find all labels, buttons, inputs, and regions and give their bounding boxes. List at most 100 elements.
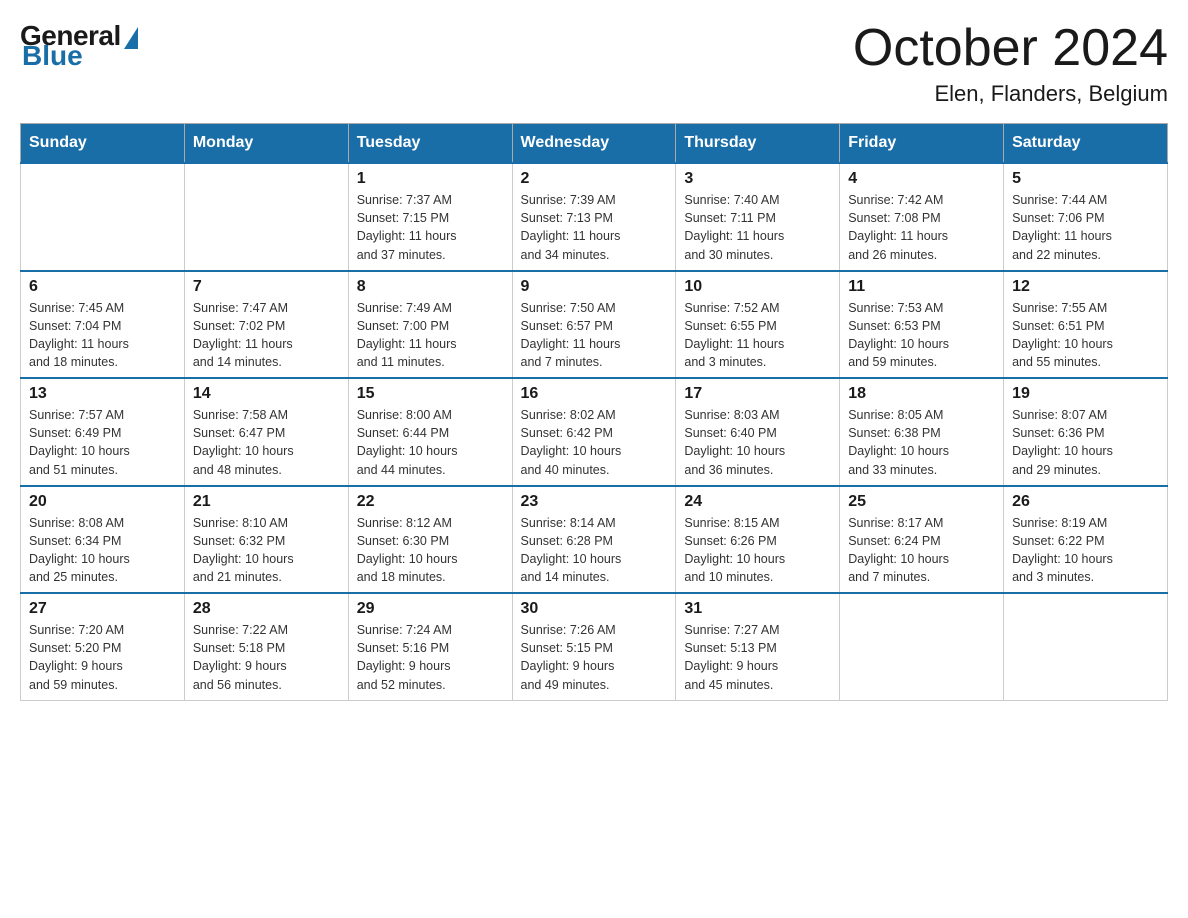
calendar-table: SundayMondayTuesdayWednesdayThursdayFrid… [20, 123, 1168, 701]
day-info: Sunrise: 7:49 AM Sunset: 7:00 PM Dayligh… [357, 299, 504, 372]
calendar-header-saturday: Saturday [1004, 124, 1168, 164]
calendar-cell: 1 Sunrise: 7:37 AM Sunset: 7:15 PM Daylig… [348, 163, 512, 271]
calendar-cell [840, 593, 1004, 700]
calendar-cell: 29Sunrise: 7:24 AM Sunset: 5:16 PM Dayli… [348, 593, 512, 700]
day-number: 13 [29, 385, 176, 403]
logo: General Blue [20, 20, 138, 72]
day-info: Sunrise: 7:37 AM Sunset: 7:15 PM Dayligh… [357, 191, 504, 264]
calendar-cell: 9 Sunrise: 7:50 AM Sunset: 6:57 PM Daylig… [512, 271, 676, 379]
day-number: 22 [357, 493, 504, 511]
day-number: 12 [1012, 278, 1159, 296]
calendar-cell: 22 Sunrise: 8:12 AM Sunset: 6:30 PM Dayli… [348, 486, 512, 594]
day-info: Sunrise: 7:20 AM Sunset: 5:20 PM Dayligh… [29, 621, 176, 694]
calendar-cell: 5 Sunrise: 7:44 AM Sunset: 7:06 PM Daylig… [1004, 163, 1168, 271]
day-info: Sunrise: 7:27 AM Sunset: 5:13 PM Dayligh… [684, 621, 831, 694]
calendar-cell: 16Sunrise: 8:02 AM Sunset: 6:42 PM Dayli… [512, 378, 676, 486]
day-info: Sunrise: 7:24 AM Sunset: 5:16 PM Dayligh… [357, 621, 504, 694]
day-number: 25 [848, 493, 995, 511]
day-info: Sunrise: 8:08 AM Sunset: 6:34 PM Dayligh… [29, 514, 176, 587]
calendar-cell: 18 Sunrise: 8:05 AM Sunset: 6:38 PM Dayli… [840, 378, 1004, 486]
calendar-cell: 4 Sunrise: 7:42 AM Sunset: 7:08 PM Daylig… [840, 163, 1004, 271]
calendar-cell [184, 163, 348, 271]
calendar-cell: 11Sunrise: 7:53 AM Sunset: 6:53 PM Dayli… [840, 271, 1004, 379]
calendar-cell: 15 Sunrise: 8:00 AM Sunset: 6:44 PM Dayli… [348, 378, 512, 486]
location-text: Elen, Flanders, Belgium [853, 81, 1168, 107]
day-info: Sunrise: 7:45 AM Sunset: 7:04 PM Dayligh… [29, 299, 176, 372]
month-title: October 2024 [853, 20, 1168, 77]
day-info: Sunrise: 7:58 AM Sunset: 6:47 PM Dayligh… [193, 406, 340, 479]
calendar-cell: 12 Sunrise: 7:55 AM Sunset: 6:51 PM Dayli… [1004, 271, 1168, 379]
day-number: 7 [193, 278, 340, 296]
day-info: Sunrise: 8:17 AM Sunset: 6:24 PM Dayligh… [848, 514, 995, 587]
day-info: Sunrise: 8:07 AM Sunset: 6:36 PM Dayligh… [1012, 406, 1159, 479]
calendar-header-monday: Monday [184, 124, 348, 164]
calendar-week-row: 6 Sunrise: 7:45 AM Sunset: 7:04 PM Daylig… [21, 271, 1168, 379]
calendar-cell: 20Sunrise: 8:08 AM Sunset: 6:34 PM Dayli… [21, 486, 185, 594]
day-info: Sunrise: 7:39 AM Sunset: 7:13 PM Dayligh… [521, 191, 668, 264]
calendar-cell: 7 Sunrise: 7:47 AM Sunset: 7:02 PM Daylig… [184, 271, 348, 379]
calendar-cell [21, 163, 185, 271]
day-number: 6 [29, 278, 176, 296]
calendar-cell: 14Sunrise: 7:58 AM Sunset: 6:47 PM Dayli… [184, 378, 348, 486]
logo-triangle-icon [124, 27, 138, 49]
calendar-cell: 13Sunrise: 7:57 AM Sunset: 6:49 PM Dayli… [21, 378, 185, 486]
day-number: 17 [684, 385, 831, 403]
calendar-header-sunday: Sunday [21, 124, 185, 164]
calendar-header-row: SundayMondayTuesdayWednesdayThursdayFrid… [21, 124, 1168, 164]
calendar-header-thursday: Thursday [676, 124, 840, 164]
day-info: Sunrise: 7:44 AM Sunset: 7:06 PM Dayligh… [1012, 191, 1159, 264]
page-header: General Blue October 2024 Elen, Flanders… [20, 20, 1168, 107]
day-number: 18 [848, 385, 995, 403]
day-number: 2 [521, 170, 668, 188]
day-number: 5 [1012, 170, 1159, 188]
day-number: 23 [521, 493, 668, 511]
calendar-header-tuesday: Tuesday [348, 124, 512, 164]
day-number: 24 [684, 493, 831, 511]
calendar-cell [1004, 593, 1168, 700]
calendar-week-row: 27 Sunrise: 7:20 AM Sunset: 5:20 PM Dayli… [21, 593, 1168, 700]
calendar-cell: 3Sunrise: 7:40 AM Sunset: 7:11 PM Daylig… [676, 163, 840, 271]
day-info: Sunrise: 7:26 AM Sunset: 5:15 PM Dayligh… [521, 621, 668, 694]
calendar-cell: 28Sunrise: 7:22 AM Sunset: 5:18 PM Dayli… [184, 593, 348, 700]
calendar-cell: 21Sunrise: 8:10 AM Sunset: 6:32 PM Dayli… [184, 486, 348, 594]
day-number: 15 [357, 385, 504, 403]
day-number: 16 [521, 385, 668, 403]
calendar-cell: 8Sunrise: 7:49 AM Sunset: 7:00 PM Daylig… [348, 271, 512, 379]
day-number: 27 [29, 600, 176, 618]
calendar-week-row: 13Sunrise: 7:57 AM Sunset: 6:49 PM Dayli… [21, 378, 1168, 486]
day-info: Sunrise: 7:22 AM Sunset: 5:18 PM Dayligh… [193, 621, 340, 694]
calendar-cell: 30 Sunrise: 7:26 AM Sunset: 5:15 PM Dayli… [512, 593, 676, 700]
calendar-cell: 27 Sunrise: 7:20 AM Sunset: 5:20 PM Dayli… [21, 593, 185, 700]
day-info: Sunrise: 8:19 AM Sunset: 6:22 PM Dayligh… [1012, 514, 1159, 587]
calendar-cell: 31Sunrise: 7:27 AM Sunset: 5:13 PM Dayli… [676, 593, 840, 700]
day-info: Sunrise: 8:03 AM Sunset: 6:40 PM Dayligh… [684, 406, 831, 479]
day-number: 1 [357, 170, 504, 188]
logo-blue-text: Blue [22, 40, 83, 72]
day-info: Sunrise: 8:00 AM Sunset: 6:44 PM Dayligh… [357, 406, 504, 479]
day-info: Sunrise: 7:53 AM Sunset: 6:53 PM Dayligh… [848, 299, 995, 372]
title-block: October 2024 Elen, Flanders, Belgium [853, 20, 1168, 107]
day-info: Sunrise: 8:05 AM Sunset: 6:38 PM Dayligh… [848, 406, 995, 479]
day-info: Sunrise: 7:47 AM Sunset: 7:02 PM Dayligh… [193, 299, 340, 372]
calendar-cell: 23Sunrise: 8:14 AM Sunset: 6:28 PM Dayli… [512, 486, 676, 594]
day-number: 4 [848, 170, 995, 188]
calendar-week-row: 20Sunrise: 8:08 AM Sunset: 6:34 PM Dayli… [21, 486, 1168, 594]
day-info: Sunrise: 7:55 AM Sunset: 6:51 PM Dayligh… [1012, 299, 1159, 372]
calendar-week-row: 1 Sunrise: 7:37 AM Sunset: 7:15 PM Daylig… [21, 163, 1168, 271]
day-info: Sunrise: 8:10 AM Sunset: 6:32 PM Dayligh… [193, 514, 340, 587]
day-number: 26 [1012, 493, 1159, 511]
day-info: Sunrise: 7:52 AM Sunset: 6:55 PM Dayligh… [684, 299, 831, 372]
calendar-cell: 19 Sunrise: 8:07 AM Sunset: 6:36 PM Dayli… [1004, 378, 1168, 486]
day-number: 9 [521, 278, 668, 296]
day-number: 3 [684, 170, 831, 188]
day-info: Sunrise: 7:50 AM Sunset: 6:57 PM Dayligh… [521, 299, 668, 372]
calendar-cell: 17 Sunrise: 8:03 AM Sunset: 6:40 PM Dayli… [676, 378, 840, 486]
calendar-header-friday: Friday [840, 124, 1004, 164]
day-number: 19 [1012, 385, 1159, 403]
calendar-cell: 6 Sunrise: 7:45 AM Sunset: 7:04 PM Daylig… [21, 271, 185, 379]
day-info: Sunrise: 8:15 AM Sunset: 6:26 PM Dayligh… [684, 514, 831, 587]
day-number: 30 [521, 600, 668, 618]
day-info: Sunrise: 8:12 AM Sunset: 6:30 PM Dayligh… [357, 514, 504, 587]
calendar-cell: 24 Sunrise: 8:15 AM Sunset: 6:26 PM Dayli… [676, 486, 840, 594]
day-info: Sunrise: 7:42 AM Sunset: 7:08 PM Dayligh… [848, 191, 995, 264]
